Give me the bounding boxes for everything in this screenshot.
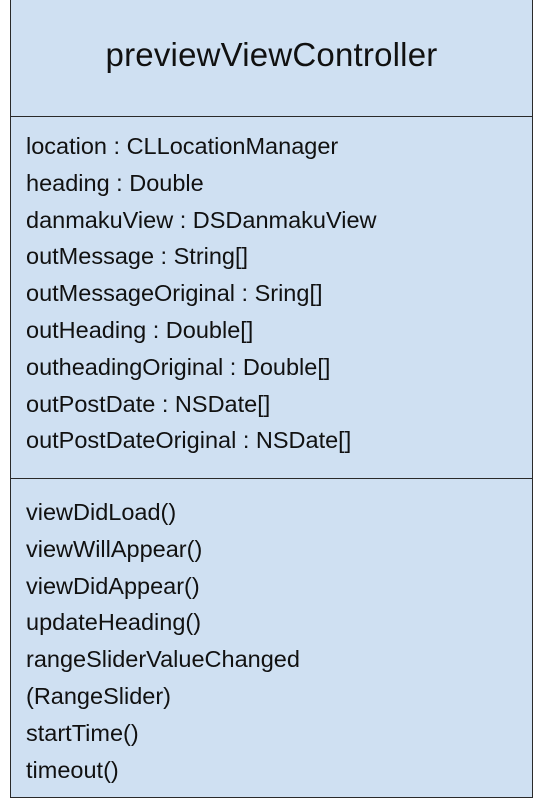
operation-range-slider-param: (RangeSlider) — [26, 682, 171, 709]
operation-view-did-appear: viewDidAppear() — [26, 572, 200, 599]
uml-class-box: previewViewController location : CLLocat… — [10, 0, 533, 798]
attribute-out-message-original: outMessageOriginal : Sring[] — [26, 280, 323, 307]
operation-view-did-load: viewDidLoad() — [26, 499, 177, 525]
operation-update-heading: updateHeading() — [26, 609, 202, 636]
attribute-location: location : CLLocationManager — [26, 133, 339, 159]
operation-view-will-appear: viewWillAppear() — [26, 535, 203, 562]
class-name-compartment: previewViewController — [11, 0, 532, 117]
operation-timeout: timeout() — [26, 756, 119, 783]
attribute-out-message: outMessage : String[] — [26, 243, 249, 270]
operation-start-time: startTime() — [26, 719, 139, 746]
attribute-danmaku-view: danmakuView : DSDanmakuView — [26, 206, 377, 233]
attributes-compartment: location : CLLocationManager heading : D… — [11, 117, 532, 479]
attribute-out-heading: outHeading : Double[] — [26, 316, 254, 343]
operation-range-slider-value-changed: rangeSliderValueChanged — [26, 646, 300, 673]
class-name: previewViewController — [105, 36, 438, 73]
attribute-out-post-date: outPostDate : NSDate[] — [26, 390, 271, 417]
attribute-heading: heading : Double — [26, 169, 204, 196]
attribute-out-heading-original: outheadingOriginal : Double[] — [26, 353, 331, 380]
attribute-out-post-date-original: outPostDateOriginal : NSDate[] — [26, 427, 352, 454]
operations-compartment: viewDidLoad() viewWillAppear() viewDidAp… — [11, 479, 532, 788]
